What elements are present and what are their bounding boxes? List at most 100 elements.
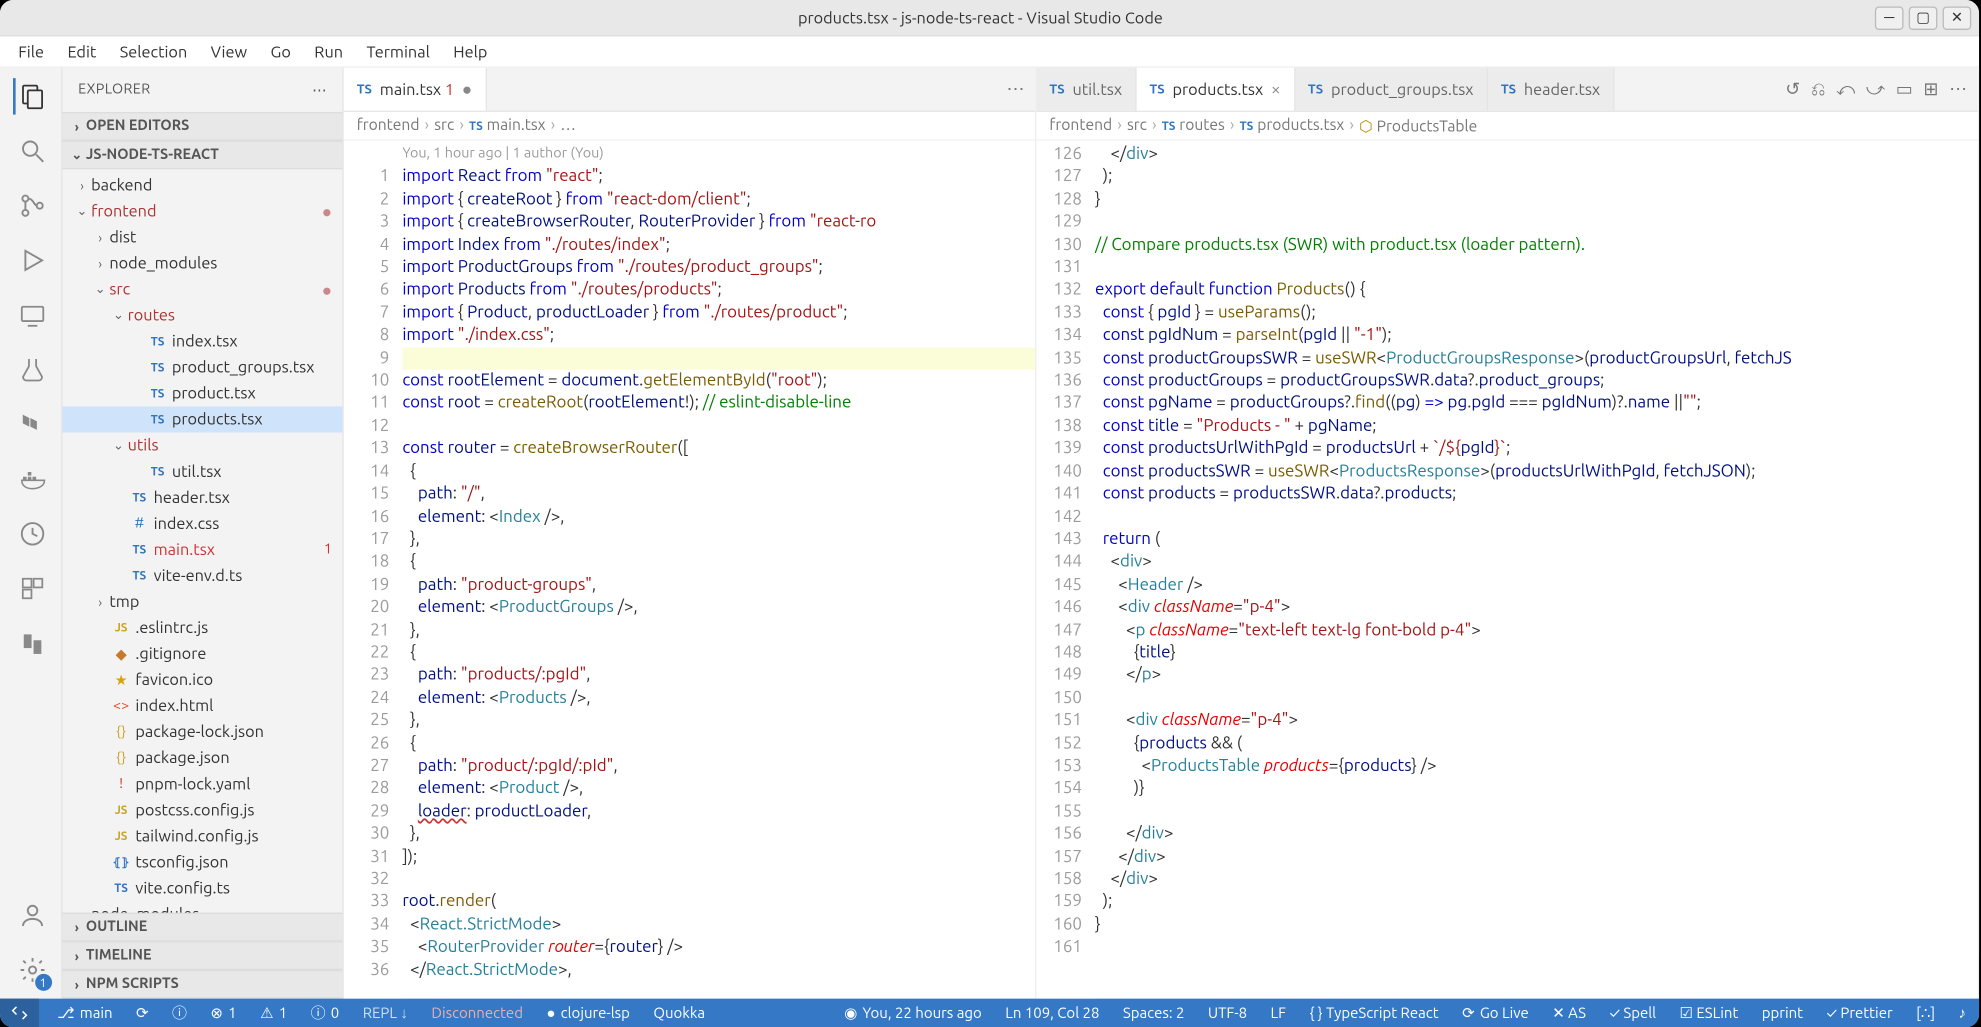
status-item[interactable]: pprint <box>1757 1004 1809 1022</box>
testing-icon[interactable] <box>12 352 48 388</box>
tree-folder-node-modules[interactable]: ›node_modules <box>62 901 342 913</box>
status-item[interactable]: ◉You, 22 hours ago <box>839 1004 987 1022</box>
status-item[interactable]: ⓘ0 <box>305 1003 344 1024</box>
status-item[interactable]: ⟳ <box>131 1004 154 1022</box>
explorer-more-icon[interactable]: ⋯ <box>312 81 327 98</box>
editor-action-icon[interactable]: ↺ <box>1785 78 1800 100</box>
status-item[interactable]: ♪ <box>1953 1004 1971 1022</box>
timeline-section[interactable]: ›TIMELINE <box>62 941 342 970</box>
settings-gear-icon[interactable]: 1 <box>12 952 48 988</box>
editor-action-icon[interactable]: ⤺ <box>1836 78 1855 100</box>
minimize-button[interactable]: ─ <box>1875 6 1904 29</box>
status-item[interactable]: [∴] <box>1911 1004 1940 1022</box>
tree-file-tsconfig-json[interactable]: ⦃⦄tsconfig.json <box>62 849 342 875</box>
menu-selection[interactable]: Selection <box>109 40 197 63</box>
status-item[interactable]: ⊗1 <box>205 1004 242 1022</box>
status-item[interactable]: ✕ AS <box>1547 1004 1591 1022</box>
status-item[interactable]: ⚠1 <box>255 1004 293 1022</box>
tab-product-groups-tsx[interactable]: TSproduct_groups.tsx <box>1295 68 1488 111</box>
tree-file--eslintrc-js[interactable]: JS.eslintrc.js <box>62 615 342 641</box>
status-item[interactable]: Quokka <box>648 1004 710 1021</box>
tree-file-vite-env-d-ts[interactable]: TSvite-env.d.ts <box>62 562 342 588</box>
status-item[interactable]: Ln 109, Col 28 <box>1000 1004 1105 1022</box>
maximize-button[interactable]: ▢ <box>1909 6 1938 29</box>
tree-file-favicon-ico[interactable]: ★favicon.ico <box>62 667 342 693</box>
close-icon[interactable]: × <box>1271 80 1281 98</box>
tree-folder-utils[interactable]: ⌄utils <box>62 432 342 458</box>
breadcrumb-item[interactable]: frontend <box>357 117 420 134</box>
tree-file-main-tsx[interactable]: TSmain.tsx1 <box>62 536 342 562</box>
tree-file-tailwind-config-js[interactable]: JStailwind.config.js <box>62 823 342 849</box>
status-item[interactable]: ⓘ <box>167 1003 192 1024</box>
status-item[interactable]: Spaces: 2 <box>1118 1004 1190 1022</box>
timeline-icon[interactable] <box>12 516 48 552</box>
tree-folder-src[interactable]: ⌄src● <box>62 276 342 302</box>
breadcrumb-item[interactable]: TSmain.tsx <box>469 117 545 134</box>
menu-run[interactable]: Run <box>304 40 354 63</box>
npm-scripts-section[interactable]: ›NPM SCRIPTS <box>62 970 342 999</box>
status-item[interactable]: { } TypeScript React <box>1304 1004 1444 1022</box>
tree-file-index-tsx[interactable]: TSindex.tsx <box>62 328 342 354</box>
tree-file-products-tsx[interactable]: TSproducts.tsx <box>62 406 342 432</box>
breadcrumb-right[interactable]: frontend›src›TSroutes›TSproducts.tsx›⬡Pr… <box>1036 112 1977 141</box>
editor-action-icon[interactable]: ⎌ <box>1811 78 1826 100</box>
tree-file-index-css[interactable]: #index.css <box>62 510 342 536</box>
menu-file[interactable]: File <box>8 40 55 63</box>
docker-icon[interactable] <box>12 461 48 497</box>
outline-section[interactable]: ›OUTLINE <box>62 913 342 942</box>
tab-products-tsx[interactable]: TSproducts.tsx× <box>1136 68 1294 111</box>
status-item[interactable]: LF <box>1265 1004 1291 1022</box>
status-item[interactable]: UTF-8 <box>1203 1004 1253 1022</box>
breadcrumb-item[interactable]: TSroutes <box>1162 117 1225 134</box>
remote-explorer-icon[interactable] <box>12 297 48 333</box>
tab-header-tsx[interactable]: TSheader.tsx <box>1488 68 1615 111</box>
breadcrumb-left[interactable]: frontend›src›TSmain.tsx›… <box>344 112 1035 141</box>
remote-indicator[interactable] <box>0 999 39 1027</box>
status-item[interactable]: ⎇main <box>52 1004 118 1022</box>
search-icon[interactable] <box>12 133 48 169</box>
project-section[interactable]: ⌄JS-NODE-TS-REACT <box>62 141 342 170</box>
tree-file-package-json[interactable]: {}package.json <box>62 745 342 771</box>
status-item[interactable]: ☑ ESLint <box>1674 1004 1743 1022</box>
tree-file-index-html[interactable]: <>index.html <box>62 693 342 719</box>
code-left[interactable]: 1234567891011121314151617181920212223242… <box>344 141 1035 999</box>
breadcrumb-item[interactable]: ⬡ProductsTable <box>1359 117 1477 135</box>
menu-edit[interactable]: Edit <box>57 40 107 63</box>
status-item[interactable]: ✓ Spell <box>1604 1004 1661 1022</box>
terraform-icon[interactable] <box>12 406 48 442</box>
open-editors-section[interactable]: ›OPEN EDITORS <box>62 112 342 141</box>
accounts-icon[interactable] <box>12 897 48 933</box>
editor-action-icon[interactable]: ⋯ <box>1949 78 1967 100</box>
status-item[interactable]: Disconnected <box>426 1004 528 1021</box>
close-window-button[interactable]: ✕ <box>1943 6 1972 29</box>
tree-file-postcss-config-js[interactable]: JSpostcss.config.js <box>62 797 342 823</box>
tree-file--gitignore[interactable]: ◆.gitignore <box>62 641 342 667</box>
breadcrumb-item[interactable]: TSproducts.tsx <box>1240 117 1345 134</box>
tree-file-pnpm-lock-yaml[interactable]: !pnpm-lock.yaml <box>62 771 342 797</box>
status-item[interactable]: ⟳Go Live <box>1457 1004 1534 1022</box>
tree-folder-routes[interactable]: ⌄routes <box>62 302 342 328</box>
menu-help[interactable]: Help <box>443 40 498 63</box>
tree-file-product-tsx[interactable]: TSproduct.tsx <box>62 380 342 406</box>
tree-file-product-groups-tsx[interactable]: TSproduct_groups.tsx <box>62 354 342 380</box>
close-icon[interactable]: ● <box>462 79 472 99</box>
menu-go[interactable]: Go <box>260 40 301 63</box>
breadcrumb-item[interactable]: … <box>560 117 576 134</box>
tree-folder-dist[interactable]: ›dist <box>62 224 342 250</box>
editor-action-icon[interactable]: ⊞ <box>1923 78 1938 100</box>
tree-folder-backend[interactable]: ›backend <box>62 172 342 198</box>
editor-action-icon[interactable]: ⋯ <box>1006 78 1024 100</box>
tab-main-tsx[interactable]: TSmain.tsx 1● <box>344 68 487 111</box>
status-item[interactable]: ●clojure-lsp <box>541 1004 635 1021</box>
tree-folder-node-modules[interactable]: ›node_modules <box>62 250 342 276</box>
tree-folder-tmp[interactable]: ›tmp <box>62 589 342 615</box>
code-right[interactable]: 1261271281291301311321331341351361371381… <box>1036 141 1977 999</box>
run-debug-icon[interactable] <box>12 242 48 278</box>
breadcrumb-item[interactable]: src <box>434 117 454 134</box>
tree-file-util-tsx[interactable]: TSutil.tsx <box>62 458 342 484</box>
menu-terminal[interactable]: Terminal <box>356 40 440 63</box>
editor-action-icon[interactable]: ⤻ <box>1866 78 1885 100</box>
explorer-icon[interactable] <box>12 78 48 114</box>
quokka-icon[interactable] <box>12 625 48 661</box>
breadcrumb-item[interactable]: frontend <box>1049 117 1112 134</box>
